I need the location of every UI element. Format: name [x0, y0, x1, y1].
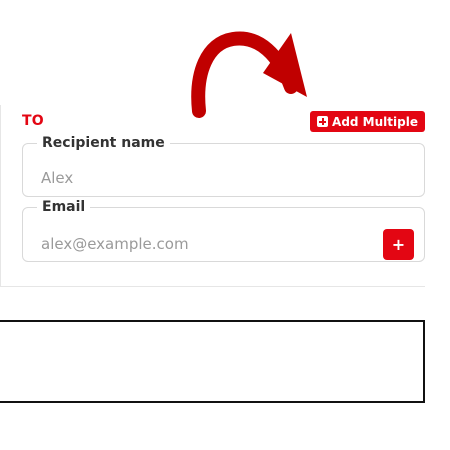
recipient-name-input[interactable]: [41, 169, 361, 187]
recipient-name-label: Recipient name: [42, 135, 165, 151]
empty-content-box: [0, 320, 425, 403]
add-multiple-label: Add Multiple: [332, 114, 418, 129]
plus-square-icon: [317, 116, 329, 127]
email-input[interactable]: [41, 235, 361, 253]
add-multiple-button[interactable]: Add Multiple: [310, 111, 425, 132]
recipient-name-field: Recipient name: [22, 135, 425, 197]
email-field: Email +: [22, 199, 425, 262]
plus-icon: +: [391, 235, 406, 254]
email-label: Email: [42, 199, 86, 215]
add-email-button[interactable]: +: [383, 229, 414, 260]
to-label: TO: [22, 113, 44, 129]
